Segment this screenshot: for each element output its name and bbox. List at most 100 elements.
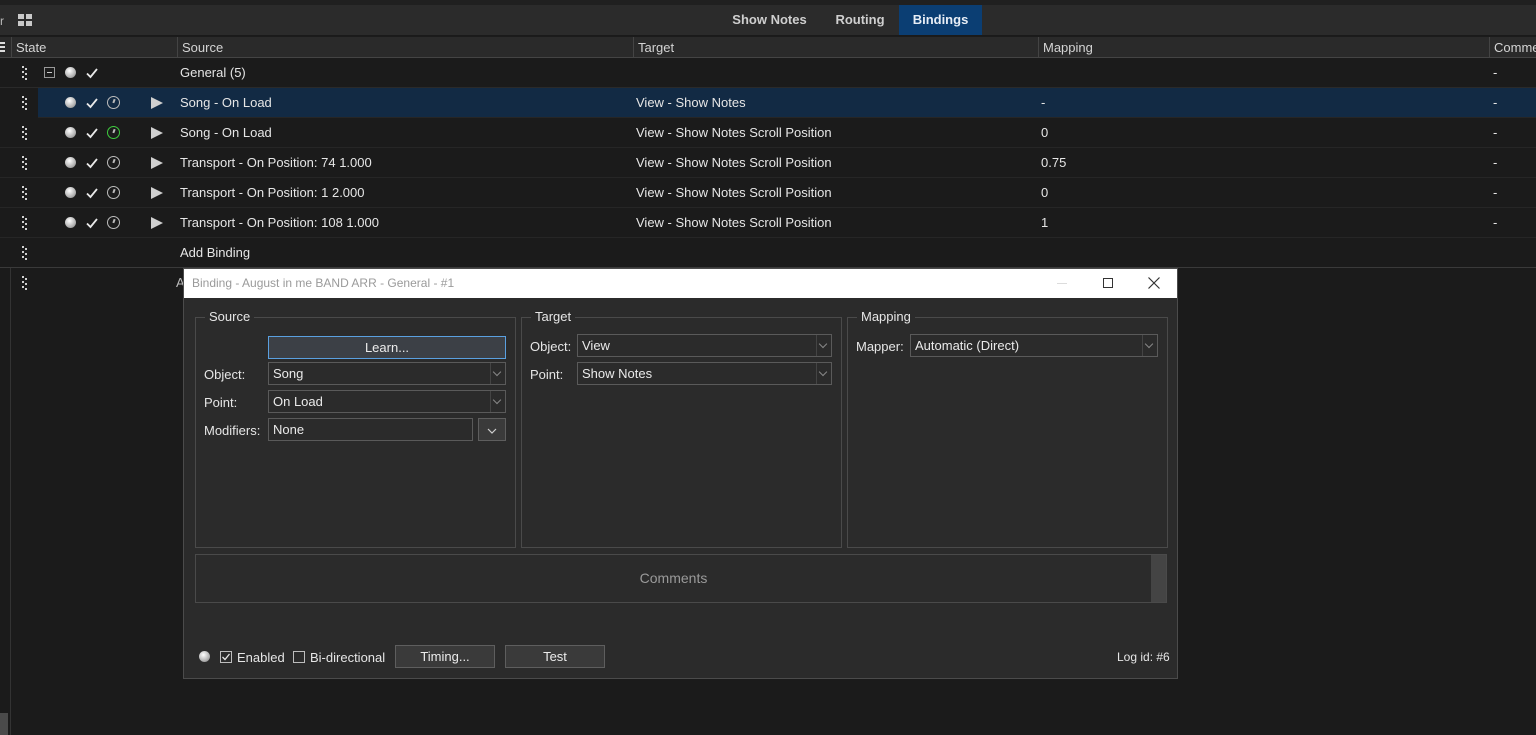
target-point-select[interactable]: Show Notes bbox=[577, 362, 832, 385]
drag-handle-icon[interactable] bbox=[22, 96, 27, 110]
drag-handle-icon[interactable] bbox=[22, 66, 27, 80]
mapper-label: Mapper: bbox=[856, 339, 904, 354]
drag-handle-icon[interactable] bbox=[22, 186, 27, 200]
row-mapping: 0 bbox=[1041, 185, 1049, 200]
enabled-label[interactable]: Enabled bbox=[237, 650, 285, 665]
enabled-check-icon[interactable] bbox=[85, 126, 99, 140]
chevron-down-icon bbox=[490, 363, 505, 384]
log-id: Log id: #6 bbox=[1117, 650, 1170, 664]
play-icon[interactable] bbox=[151, 157, 163, 169]
enabled-check-icon[interactable] bbox=[85, 156, 99, 170]
grid-view-icon[interactable] bbox=[18, 14, 32, 26]
table-header: State Source Target Mapping Comme bbox=[0, 37, 1536, 58]
row-comment: - bbox=[1493, 215, 1498, 230]
play-icon[interactable] bbox=[151, 187, 163, 199]
enabled-check-icon[interactable] bbox=[85, 216, 99, 230]
enabled-check-icon[interactable] bbox=[85, 186, 99, 200]
tab-bindings[interactable]: Bindings bbox=[899, 5, 982, 35]
dialog-title: Binding - August in me BAND ARR - Genera… bbox=[192, 276, 455, 290]
table-row[interactable]: Transport - On Position: 74 1.000 View - … bbox=[0, 148, 1536, 178]
binding-dialog: Binding - August in me BAND ARR - Genera… bbox=[183, 268, 1178, 679]
comments-scrollbar[interactable] bbox=[1151, 555, 1166, 602]
row-source: Song - On Load bbox=[180, 95, 272, 110]
checkmark-icon bbox=[222, 653, 231, 661]
close-button[interactable] bbox=[1131, 269, 1177, 298]
enabled-check-icon[interactable] bbox=[85, 66, 99, 80]
drag-handle-icon[interactable] bbox=[22, 126, 27, 140]
row-source: Transport - On Position: 1 2.000 bbox=[180, 185, 365, 200]
table-row[interactable]: Song - On Load View - Show Notes Scroll P… bbox=[0, 118, 1536, 148]
target-object-label: Object: bbox=[530, 339, 572, 354]
column-menu-icon[interactable] bbox=[0, 42, 5, 53]
table-row[interactable]: Transport - On Position: 108 1.000 View -… bbox=[0, 208, 1536, 238]
comments-textarea[interactable]: Comments bbox=[195, 554, 1167, 603]
mapping-legend: Mapping bbox=[857, 309, 915, 324]
row-source: Transport - On Position: 108 1.000 bbox=[180, 215, 379, 230]
column-header-comments[interactable]: Comme bbox=[1489, 37, 1536, 58]
left-strip bbox=[0, 268, 11, 735]
status-dot-icon bbox=[65, 67, 76, 78]
status-dot-icon bbox=[199, 651, 210, 662]
play-icon[interactable] bbox=[151, 127, 163, 139]
target-object-select[interactable]: View bbox=[577, 334, 832, 357]
dialog-titlebar[interactable]: Binding - August in me BAND ARR - Genera… bbox=[184, 269, 1177, 298]
play-icon[interactable] bbox=[151, 97, 163, 109]
row-mapping: - bbox=[1041, 95, 1046, 110]
minimize-button[interactable] bbox=[1039, 269, 1085, 298]
group-comment: - bbox=[1493, 65, 1498, 80]
drag-handle-icon[interactable] bbox=[22, 156, 27, 170]
status-dot-icon bbox=[65, 217, 76, 228]
table-row[interactable]: Song - On Load View - Show Notes - - bbox=[0, 88, 1536, 118]
row-target: View - Show Notes Scroll Position bbox=[636, 215, 832, 230]
column-header-source[interactable]: Source bbox=[177, 37, 633, 58]
status-dot-icon bbox=[65, 127, 76, 138]
row-target: View - Show Notes Scroll Position bbox=[636, 125, 832, 140]
add-binding-label[interactable]: Add Binding bbox=[180, 238, 250, 268]
target-group: Target Object: View Point: Show Notes bbox=[521, 309, 842, 548]
add-binding-row[interactable]: Add Binding bbox=[0, 238, 1536, 268]
column-header-target[interactable]: Target bbox=[633, 37, 1038, 58]
source-group: Source Learn... Object: Song Point: On L… bbox=[195, 309, 516, 548]
source-point-select[interactable]: On Load bbox=[268, 390, 506, 413]
timer-icon[interactable] bbox=[107, 156, 120, 169]
target-point-label: Point: bbox=[530, 367, 564, 382]
drag-handle-icon bbox=[22, 276, 27, 290]
tab-routing[interactable]: Routing bbox=[825, 5, 895, 35]
bidirectional-label[interactable]: Bi-directional bbox=[310, 650, 385, 665]
status-dot-icon bbox=[65, 97, 76, 108]
target-point-value: Show Notes bbox=[582, 366, 653, 381]
modifiers-dropdown-button[interactable] bbox=[478, 418, 506, 441]
left-edge-glyph: r bbox=[0, 14, 4, 28]
row-target: View - Show Notes bbox=[636, 95, 746, 110]
test-button[interactable]: Test bbox=[505, 645, 605, 668]
comments-placeholder: Comments bbox=[639, 570, 708, 586]
enabled-check-icon[interactable] bbox=[85, 96, 99, 110]
source-object-select[interactable]: Song bbox=[268, 362, 506, 385]
collapse-icon[interactable] bbox=[44, 67, 55, 78]
scrollbar-thumb[interactable] bbox=[0, 713, 8, 735]
timer-icon[interactable] bbox=[107, 96, 120, 109]
source-legend: Source bbox=[205, 309, 255, 324]
group-row[interactable]: General (5) - bbox=[0, 58, 1536, 88]
chevron-down-icon bbox=[490, 391, 505, 412]
timing-button[interactable]: Timing... bbox=[395, 645, 495, 668]
modifiers-field[interactable]: None bbox=[268, 418, 473, 441]
bidirectional-checkbox[interactable] bbox=[293, 651, 305, 663]
timer-icon[interactable] bbox=[107, 186, 120, 199]
timer-icon[interactable] bbox=[107, 126, 120, 139]
learn-button[interactable]: Learn... bbox=[268, 336, 506, 359]
target-object-value: View bbox=[582, 338, 610, 353]
tab-show-notes[interactable]: Show Notes bbox=[723, 5, 816, 35]
mapper-select[interactable]: Automatic (Direct) bbox=[910, 334, 1158, 357]
drag-handle-icon[interactable] bbox=[22, 216, 27, 230]
enabled-checkbox[interactable] bbox=[220, 651, 232, 663]
table-row[interactable]: Transport - On Position: 1 2.000 View - S… bbox=[0, 178, 1536, 208]
source-object-label: Object: bbox=[204, 367, 246, 382]
timer-icon[interactable] bbox=[107, 216, 120, 229]
play-icon[interactable] bbox=[151, 217, 163, 229]
chevron-down-icon bbox=[816, 363, 831, 384]
column-header-mapping[interactable]: Mapping bbox=[1038, 37, 1489, 58]
mapping-group: Mapping Mapper: Automatic (Direct) bbox=[847, 309, 1168, 548]
column-header-state[interactable]: State bbox=[11, 37, 177, 58]
maximize-button[interactable] bbox=[1085, 269, 1131, 298]
